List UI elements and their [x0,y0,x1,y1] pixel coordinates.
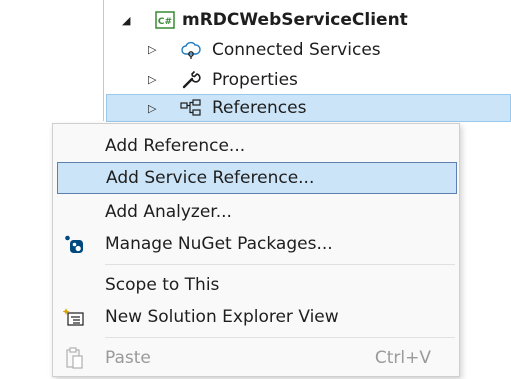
nuget-icon [63,233,85,255]
menu-item-scope-to-this[interactable]: Scope to This [57,269,457,301]
new-explorer-view-icon [63,306,85,328]
menu-item-label: Add Reference... [105,136,246,156]
collapsed-arrow-icon[interactable]: ▷ [148,103,156,114]
csharp-badge: C# [158,17,172,27]
menu-separator [105,264,455,265]
menu-item-label: Paste [105,348,151,368]
tree-item-connected-services[interactable]: ▷ Connected Services [106,36,511,64]
tree-item-project[interactable]: ◢ C# mRDCWebServiceClient [106,6,511,34]
collapsed-arrow-icon[interactable]: ▷ [148,74,156,85]
project-label: mRDCWebServiceClient [182,10,408,30]
csharp-project-icon: C# [154,9,176,31]
collapsed-arrow-icon[interactable]: ▷ [148,44,156,55]
references-icon [180,97,202,119]
menu-item-label: Manage NuGet Packages... [105,234,333,254]
menu-item-add-analyzer[interactable]: Add Analyzer... [57,196,457,228]
menu-item-label: Add Service Reference... [106,168,315,188]
tree-item-label: References [212,98,307,118]
menu-item-shortcut: Ctrl+V [374,348,431,368]
context-menu: Add Reference... Add Service Reference..… [52,123,460,377]
menu-separator [105,337,455,338]
menu-item-new-solution-explorer-view[interactable]: New Solution Explorer View [57,301,457,333]
expanded-arrow-icon[interactable]: ◢ [122,15,130,26]
menu-item-add-reference[interactable]: Add Reference... [57,130,457,162]
connected-services-icon [180,39,202,61]
menu-item-label: Add Analyzer... [105,202,232,222]
tree-item-references[interactable]: ▷ References [106,94,511,122]
menu-item-paste[interactable]: Paste Ctrl+V [57,342,457,374]
paste-icon [63,347,85,369]
tree-item-label: Properties [212,70,298,90]
menu-item-manage-nuget[interactable]: Manage NuGet Packages... [57,228,457,260]
tree-item-properties[interactable]: ▷ Properties [106,66,511,94]
menu-item-add-service-reference[interactable]: Add Service Reference... [57,162,457,194]
solution-explorer-tree: ◢ C# mRDCWebServiceClient ▷ Connected Se… [0,0,511,130]
menu-item-label: Scope to This [105,275,220,295]
wrench-icon [180,69,202,91]
tree-item-label: Connected Services [212,40,381,60]
menu-item-label: New Solution Explorer View [105,307,339,327]
